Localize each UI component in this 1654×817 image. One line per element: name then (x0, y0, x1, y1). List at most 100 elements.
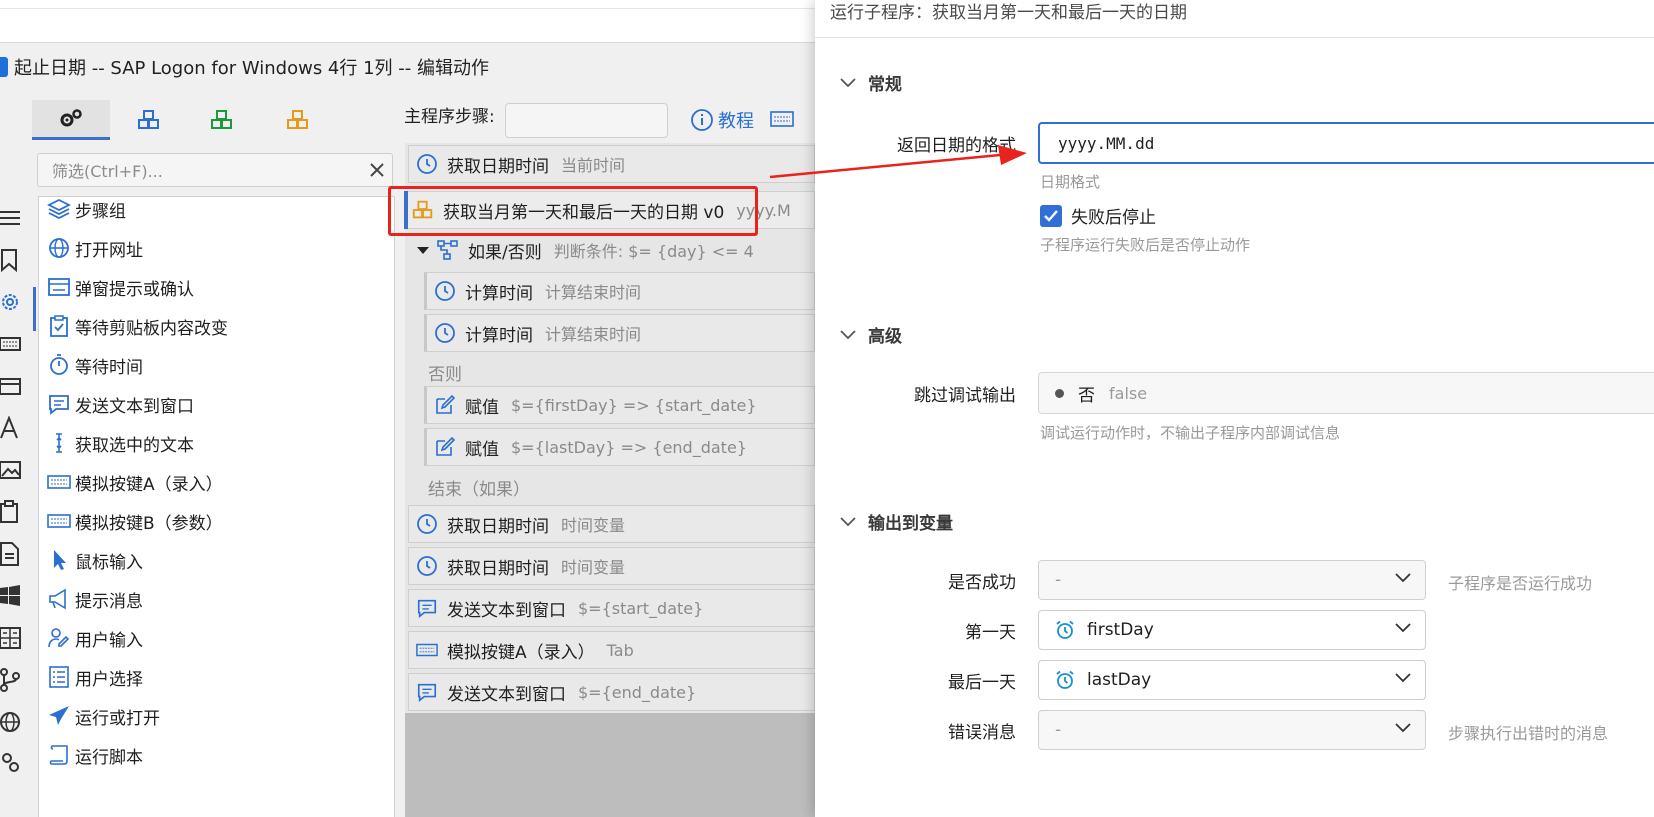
success-var-value: - (1055, 570, 1062, 590)
first-day-value: firstDay (1087, 620, 1154, 640)
step-if-else[interactable]: 如果/否则 判断条件: $= {day} <= 4 (408, 231, 815, 269)
text-cursor-icon (56, 433, 62, 453)
globe-icon (49, 238, 69, 258)
stop-on-fail-checkbox[interactable] (1040, 205, 1062, 227)
list-item[interactable]: 提示消息 (47, 581, 143, 617)
category-web[interactable] (0, 710, 24, 738)
skip-debug-toggle[interactable]: 否 false (1038, 372, 1654, 414)
filter-input[interactable]: 筛选(Ctrl+F)... (37, 153, 393, 187)
category-document[interactable] (0, 542, 24, 570)
step-get-datetime-2[interactable]: 获取日期时间 时间变量 (408, 505, 815, 543)
step-title: 获取当月第一天和最后一天的日期 v0 (443, 202, 725, 223)
list-item[interactable]: 等待时间 (47, 347, 143, 383)
action-list: 步骤组 打开网址 弹窗提示或确认 等待剪贴板内容改变 等待时间 发送文本到窗口 … (38, 196, 395, 817)
list-item[interactable]: 用户输入 (47, 620, 143, 656)
message-icon (417, 683, 437, 702)
list-item[interactable]: 弹窗提示或确认 (47, 269, 194, 305)
step-title: 模拟按键A（录入） (447, 642, 595, 663)
clock-icon (417, 154, 437, 174)
section-output[interactable]: 输出到变量 (840, 509, 953, 534)
category-bookmark[interactable] (0, 248, 24, 276)
tab-blue-cubes[interactable] (110, 100, 188, 140)
top-strip (0, 0, 815, 43)
step-send-text-1[interactable]: 发送文本到窗口 $={start_date} (408, 589, 815, 627)
calculator-icon (0, 627, 21, 649)
list-item[interactable]: 运行脚本 (47, 737, 143, 773)
date-format-input[interactable] (1038, 122, 1654, 164)
category-clipboard[interactable] (0, 500, 24, 528)
check-icon (1044, 210, 1058, 222)
step-desc: yyyy.M (736, 200, 791, 220)
last-day-select[interactable]: lastDay (1038, 660, 1426, 700)
tab-gears[interactable] (32, 100, 110, 140)
list-item[interactable]: 步骤组 (47, 191, 126, 227)
clock-icon (417, 514, 437, 534)
success-var-select[interactable]: - (1038, 560, 1426, 600)
step-run-subprogram[interactable]: 获取当月第一天和最后一天的日期 v0 yyyy.M (404, 191, 815, 229)
skip-debug-hint: 调试运行动作时，不输出子程序内部调试信息 (1040, 424, 1341, 442)
category-windows[interactable] (0, 584, 24, 612)
step-assign-1[interactable]: 赋值 $={firstDay} => {start_date} (424, 386, 815, 424)
list-item[interactable]: 用户选择 (47, 659, 143, 695)
megaphone-icon (49, 588, 66, 610)
section-general[interactable]: 常规 (840, 70, 902, 95)
chevron-down-icon (840, 77, 856, 87)
list-item[interactable]: 鼠标输入 (47, 542, 143, 578)
first-day-select[interactable]: firstDay (1038, 610, 1426, 650)
list-item[interactable]: 发送文本到窗口 (47, 386, 194, 422)
list-item[interactable]: 等待剪贴板内容改变 (47, 308, 228, 344)
step-key-tab[interactable]: 模拟按键A（录入） Tab (408, 631, 815, 669)
step-get-datetime-3[interactable]: 获取日期时间 时间变量 (408, 547, 815, 585)
clock-icon (435, 281, 455, 301)
last-day-label: 最后一天 (948, 673, 1016, 693)
section-advanced[interactable]: 高级 (840, 322, 902, 347)
list-item[interactable]: 模拟按键A（录入） (47, 464, 223, 500)
font-icon (0, 416, 18, 439)
app-icon (0, 57, 8, 77)
gear-icon (2, 294, 18, 310)
category-text[interactable] (0, 416, 24, 444)
keyboard-icon (47, 514, 71, 528)
steps-search-input[interactable] (505, 103, 668, 138)
step-title: 如果/否则 (468, 242, 542, 263)
list-item[interactable]: 打开网址 (47, 230, 143, 266)
step-send-text-2[interactable]: 发送文本到窗口 $={end_date} (408, 673, 815, 711)
step-get-datetime[interactable]: 获取日期时间 当前时间 (408, 145, 815, 183)
tab-green-cubes[interactable] (183, 100, 261, 140)
list-item[interactable]: 模拟按键B（参数） (47, 503, 223, 539)
list-icon (49, 666, 69, 688)
else-label: 否则 (428, 365, 462, 385)
chevron-down-icon (840, 516, 856, 526)
keyboard-button[interactable] (770, 110, 794, 128)
tutorial-label: 教程 (718, 111, 754, 132)
action-label: 用户输入 (75, 630, 143, 651)
toolbox-tabs (32, 100, 394, 140)
chevron-down-icon (1395, 623, 1411, 633)
category-advanced[interactable] (0, 750, 24, 778)
category-window[interactable] (0, 374, 24, 402)
category-calculator[interactable] (0, 626, 24, 654)
clear-filter-button[interactable] (366, 159, 388, 181)
step-assign-2[interactable]: 赋值 $={lastDay} => {end_date} (424, 428, 815, 466)
section-advanced-heading: 高级 (868, 327, 902, 347)
tutorial-link[interactable]: 教程 (690, 104, 754, 136)
category-image[interactable] (0, 458, 24, 486)
list-item[interactable]: 获取选中的文本 (47, 425, 194, 461)
end-if-label: 结束（如果） (428, 480, 530, 500)
list-item[interactable]: 运行或打开 (47, 698, 160, 734)
category-list[interactable] (0, 206, 24, 234)
globe-icon (0, 712, 20, 732)
tab-orange-cubes[interactable] (259, 100, 337, 140)
error-msg-select[interactable]: - (1038, 710, 1426, 750)
cubes-orange-icon (287, 110, 308, 129)
action-label: 用户选择 (75, 669, 143, 690)
category-keyboard[interactable] (0, 332, 24, 360)
category-settings[interactable] (0, 290, 24, 318)
success-hint: 子程序是否运行成功 (1448, 574, 1593, 593)
step-calc-time-1[interactable]: 计算时间 计算结束时间 (424, 272, 815, 310)
main-steps-label: 主程序步骤: (404, 107, 495, 127)
clipboard-check-icon (50, 315, 68, 337)
category-branch[interactable] (0, 668, 24, 696)
action-label: 获取选中的文本 (75, 435, 194, 456)
step-calc-time-2[interactable]: 计算时间 计算结束时间 (424, 314, 815, 352)
